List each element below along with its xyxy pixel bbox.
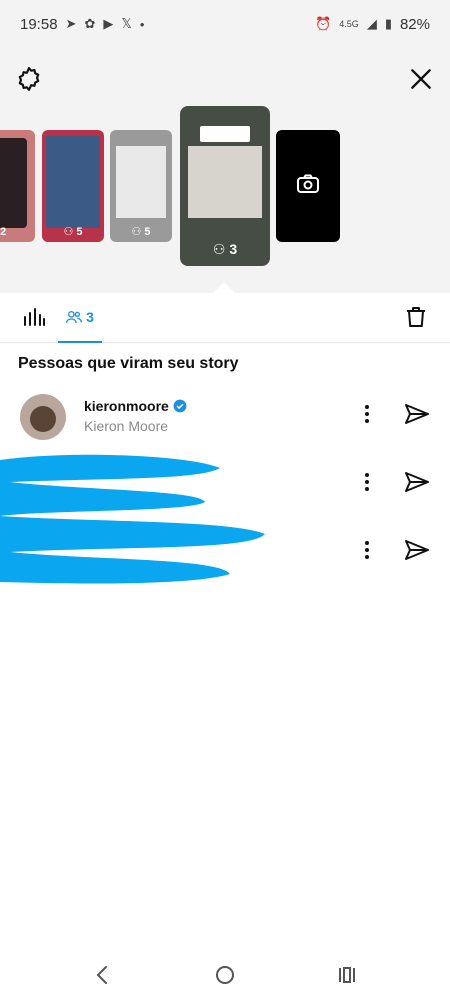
story-thumb-1[interactable]: 22 (0, 130, 35, 242)
send-icon[interactable] (404, 538, 430, 562)
more-icon[interactable] (358, 470, 376, 494)
tabs-bar: 3 (0, 293, 450, 343)
story-thumb-3[interactable]: ⚇ 5 (110, 130, 172, 242)
status-left: 19:58 ➤ ✿ ▶ 𝕏 • (20, 16, 144, 33)
bar-chart-icon[interactable] (22, 305, 46, 329)
telegram-icon: ➤ (65, 16, 77, 31)
viewers-small-icon: ⚇ (212, 241, 230, 257)
verified-icon (173, 399, 187, 413)
trash-icon[interactable] (404, 305, 428, 329)
notification-icon: ✿ (84, 16, 96, 31)
story-view-count: ⚇ 5 (131, 226, 151, 238)
viewer-row[interactable]: kieronmoore Kieron Moore (0, 390, 450, 448)
system-nav-bar (0, 950, 450, 1000)
viewers-count: 3 (86, 309, 94, 325)
close-icon[interactable] (408, 66, 434, 92)
recents-icon[interactable] (336, 964, 358, 986)
viewer-username[interactable]: kieronmoore (84, 398, 187, 414)
back-icon[interactable] (92, 964, 112, 986)
story-view-count: 22 (0, 226, 7, 238)
avatar[interactable] (20, 394, 66, 440)
redaction-scribble (0, 454, 265, 584)
send-icon[interactable] (404, 402, 430, 426)
viewers-small-icon: ⚇ (131, 226, 145, 238)
viewer-full-name: Kieron Moore (84, 418, 169, 434)
add-story-camera[interactable] (276, 130, 340, 242)
alarm-icon: ⏰ (315, 16, 332, 31)
youtube-icon: ▶ (103, 16, 114, 31)
story-thumb-selected[interactable]: ⚇ 3 (180, 106, 270, 266)
dot-icon: • (139, 16, 145, 32)
send-icon[interactable] (404, 470, 430, 494)
gear-icon[interactable] (16, 66, 42, 92)
section-title: Pessoas que viram seu story (18, 355, 239, 372)
more-icon[interactable] (358, 402, 376, 426)
more-icon[interactable] (358, 538, 376, 562)
status-bar: 19:58 ➤ ✿ ▶ 𝕏 • ⏰ 4.5G ◢ ▮ 82% (0, 0, 450, 48)
home-icon[interactable] (214, 964, 236, 986)
story-thumbnails: 22 ⚇ 5 ⚇ 5 ⚇ 3 (0, 106, 450, 280)
viewers-small-icon: ⚇ (63, 226, 77, 238)
tab-viewers[interactable]: 3 (58, 293, 102, 343)
x-icon: 𝕏 (121, 16, 132, 31)
story-view-count: ⚇ 5 (63, 226, 83, 238)
signal-icon: ◢ (366, 16, 377, 31)
battery-percent: 82% (399, 15, 430, 33)
network-label: 4.5G (339, 19, 359, 29)
viewers-icon (66, 311, 83, 324)
status-right: ⏰ 4.5G ◢ ▮ 82% (315, 16, 430, 33)
story-view-count: ⚇ 3 (212, 241, 238, 257)
status-time: 19:58 (20, 15, 58, 33)
story-thumb-2[interactable]: ⚇ 5 (42, 130, 104, 242)
camera-icon (297, 174, 319, 193)
battery-icon: ▮ (384, 16, 392, 31)
story-header: 22 ⚇ 5 ⚇ 5 ⚇ 3 (0, 48, 450, 293)
